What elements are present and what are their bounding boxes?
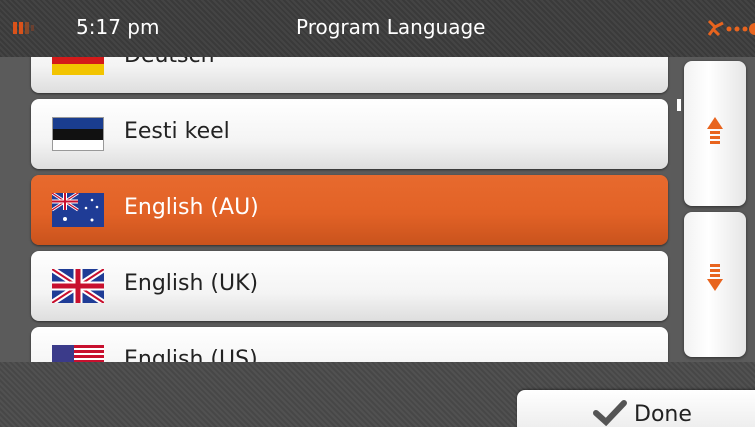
done-button[interactable]: Done [517, 390, 755, 427]
scroll-up-button[interactable] [684, 61, 746, 206]
language-label: English (US) [124, 347, 258, 362]
language-label: English (UK) [124, 271, 259, 296]
language-label: Deutsch [124, 57, 215, 68]
gps-signal-icon [707, 19, 755, 37]
bottom-bar: Done [0, 362, 755, 427]
clock: 5:17 pm [76, 15, 160, 39]
language-list: Deutsch Eesti keel English (AU) [0, 57, 755, 362]
checkmark-icon [593, 400, 627, 426]
scroll-up-arrow-icon [707, 117, 723, 144]
language-item-english-us[interactable]: English (US) [31, 327, 668, 362]
flag-australia-icon [52, 193, 104, 227]
done-label: Done [634, 402, 692, 427]
flag-uk-icon [52, 269, 104, 303]
battery-icon [13, 22, 37, 34]
language-item-eesti[interactable]: Eesti keel [31, 99, 668, 169]
language-label: Eesti keel [124, 119, 230, 144]
flag-germany-icon [52, 57, 104, 75]
language-item-deutsch[interactable]: Deutsch [31, 57, 668, 93]
screen-title: Program Language [296, 15, 486, 39]
scroll-down-button[interactable] [684, 212, 746, 357]
scroll-down-arrow-icon [707, 264, 723, 291]
scroll-position-indicator [677, 99, 681, 111]
status-bar: 5:17 pm Program Language [0, 0, 755, 57]
language-item-english-au[interactable]: English (AU) [31, 175, 668, 245]
language-label: English (AU) [124, 195, 259, 220]
flag-us-icon [52, 345, 104, 362]
language-item-english-uk[interactable]: English (UK) [31, 251, 668, 321]
flag-estonia-icon [52, 117, 104, 151]
